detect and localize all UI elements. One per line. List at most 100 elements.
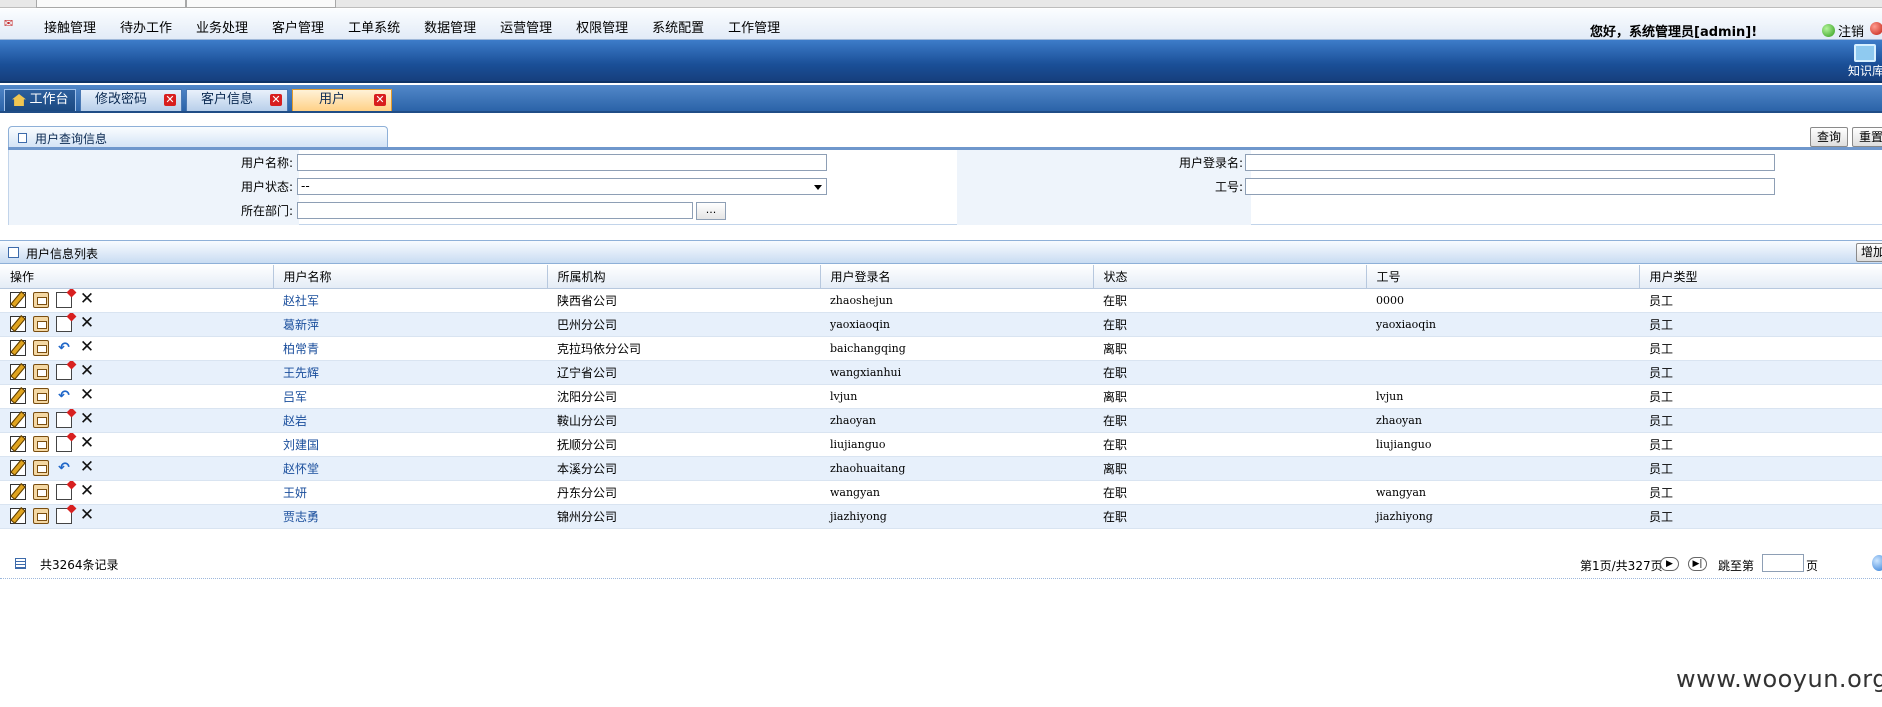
column-header-login[interactable]: 用户登录名 [820,265,1094,289]
job-number-input[interactable] [1245,178,1775,195]
next-page-icon[interactable]: ▶ [1660,557,1679,571]
jump-page-input[interactable] [1762,554,1804,572]
status-selected-value: -- [301,179,310,193]
user-name-link[interactable]: 柏常青 [283,342,319,356]
assign-role-icon[interactable] [33,412,49,428]
disable-icon[interactable] [56,508,72,524]
menu-item-operation[interactable]: 运营管理 [500,17,552,36]
org-cell: 沈阳分公司 [547,384,820,409]
menu-item-business[interactable]: 业务处理 [196,17,248,36]
delete-icon[interactable]: ✕ [79,363,95,380]
menu-item-config[interactable]: 系统配置 [652,17,704,36]
edit-icon[interactable] [10,292,26,308]
assign-role-icon[interactable] [33,292,49,308]
book-icon [1854,44,1876,62]
tab-user[interactable]: 用户 ✕ [292,89,392,111]
menu-item-data[interactable]: 数据管理 [424,17,476,36]
delete-icon[interactable]: ✕ [79,459,95,476]
delete-icon[interactable]: ✕ [79,339,95,356]
menu-item-permission[interactable]: 权限管理 [576,17,628,36]
assign-role-icon[interactable] [33,388,49,404]
edit-icon[interactable] [10,436,26,452]
add-user-button[interactable]: 增加 [1856,243,1882,262]
user-name-link[interactable]: 贾志勇 [283,510,319,524]
menu-item-work[interactable]: 工作管理 [728,17,780,36]
assign-role-icon[interactable] [33,460,49,476]
column-header-type[interactable]: 用户类型 [1639,265,1882,289]
restore-icon[interactable]: ↶ [56,340,72,356]
assign-role-icon[interactable] [33,508,49,524]
disable-icon[interactable] [56,364,72,380]
knowledge-base-button[interactable]: 知识库 [1848,44,1882,84]
assign-role-icon[interactable] [33,436,49,452]
user-name-link[interactable]: 赵怀堂 [283,462,319,476]
delete-icon[interactable]: ✕ [79,411,95,428]
browser-tab[interactable] [186,0,336,8]
go-icon[interactable] [1872,555,1882,571]
user-name-link[interactable]: 吕军 [283,390,307,404]
assign-role-icon[interactable] [33,316,49,332]
restore-icon[interactable]: ↶ [56,388,72,404]
exit-icon[interactable] [1870,22,1882,35]
menu-item-customer[interactable]: 客户管理 [272,17,324,36]
user-name-link[interactable]: 刘建国 [283,438,319,452]
table-body: ✕ 赵社军 陕西省公司 zhaoshejun 在职 0000 员工 ✕ 葛新萍 巴州分公司 yaox… [0,288,1882,529]
tab-workbench[interactable]: 工作台 [4,89,76,111]
edit-icon[interactable] [10,340,26,356]
column-header-name[interactable]: 用户名称 [273,265,548,289]
tab-change-password[interactable]: 修改密码 ✕ [80,89,182,111]
assign-role-icon[interactable] [33,484,49,500]
edit-icon[interactable] [10,412,26,428]
menu-item-ticket[interactable]: 工单系统 [348,17,400,36]
department-picker-button[interactable]: ... [696,202,726,220]
restore-icon[interactable]: ↶ [56,460,72,476]
assign-role-icon[interactable] [33,340,49,356]
column-header-status[interactable]: 状态 [1093,265,1367,289]
edit-icon[interactable] [10,388,26,404]
login-name-input[interactable] [1245,154,1775,171]
last-page-icon[interactable]: ▶| [1688,557,1707,571]
user-name-link[interactable]: 王先辉 [283,366,319,380]
tab-customer-info[interactable]: 客户信息 ✕ [186,89,288,111]
logout-link[interactable]: 注销 [1822,21,1864,40]
user-name-link[interactable]: 王妍 [283,486,307,500]
delete-icon[interactable]: ✕ [79,291,95,308]
reset-button[interactable]: 重置 [1852,127,1882,147]
column-header-org[interactable]: 所属机构 [547,265,821,289]
department-input[interactable] [297,202,693,219]
edit-icon[interactable] [10,484,26,500]
jobno-cell: zhaoyan [1366,408,1639,433]
status-select[interactable]: -- [297,178,827,195]
edit-icon[interactable] [10,364,26,380]
column-header-jobno[interactable]: 工号 [1366,265,1640,289]
delete-icon[interactable]: ✕ [79,507,95,524]
delete-icon[interactable]: ✕ [79,483,95,500]
edit-icon[interactable] [10,508,26,524]
delete-icon[interactable]: ✕ [79,387,95,404]
disable-icon[interactable] [56,484,72,500]
disable-icon[interactable] [56,316,72,332]
status-cell: 离职 [1093,336,1366,361]
disable-icon[interactable] [56,412,72,428]
search-button[interactable]: 查询 [1810,127,1849,147]
user-name-link[interactable]: 赵社军 [283,294,319,308]
close-icon[interactable]: ✕ [164,94,176,106]
delete-icon[interactable]: ✕ [79,315,95,332]
user-name-link[interactable]: 葛新萍 [283,318,319,332]
edit-icon[interactable] [10,316,26,332]
menu-item-todo[interactable]: 待办工作 [120,17,172,36]
delete-icon[interactable]: ✕ [79,435,95,452]
browser-tab[interactable] [36,0,186,8]
edit-icon[interactable] [10,460,26,476]
close-icon[interactable]: ✕ [270,94,282,106]
username-input[interactable] [297,154,827,171]
login-cell: zhaoshejun [820,288,1093,313]
user-name-link[interactable]: 赵岩 [283,414,307,428]
assign-role-icon[interactable] [33,364,49,380]
disable-icon[interactable] [56,292,72,308]
disable-icon[interactable] [56,436,72,452]
menu-item-contact[interactable]: 接触管理 [44,17,96,36]
name-cell: 刘建国 [273,432,547,457]
watermark: www.wooyun.org [1676,665,1882,693]
close-icon[interactable]: ✕ [374,94,386,106]
